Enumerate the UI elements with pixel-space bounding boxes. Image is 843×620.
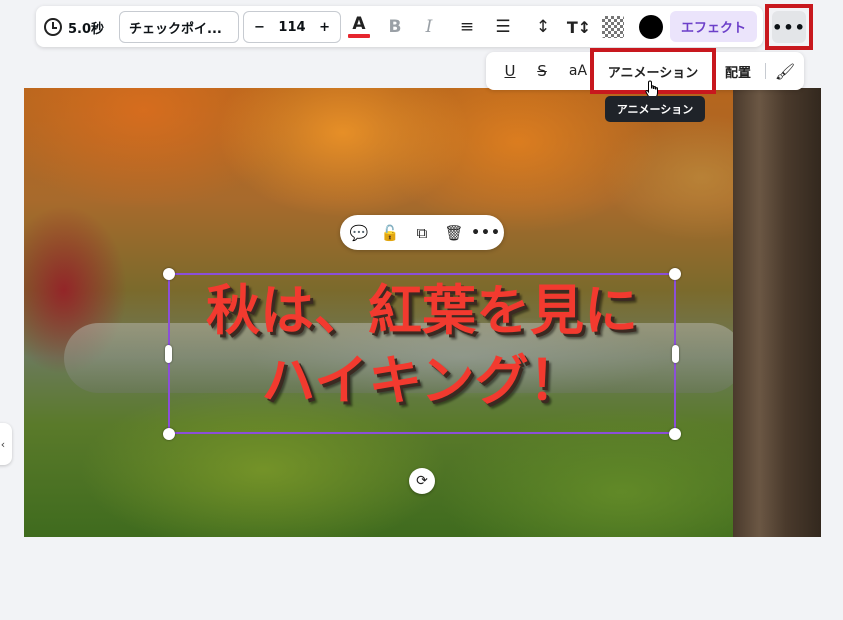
font-size-increase-button[interactable]: + <box>319 20 330 35</box>
lock-icon[interactable]: 🔓 <box>377 220 403 246</box>
text-color-button[interactable]: A <box>344 12 374 42</box>
resize-handle-bottom-left[interactable] <box>163 428 175 440</box>
bold-icon[interactable]: B <box>380 12 410 42</box>
font-family-label: チェックポイ... <box>129 21 222 37</box>
text-color-bar <box>348 34 370 38</box>
resize-handle-top-right[interactable] <box>669 268 681 280</box>
tooltip: アニメーション <box>605 96 705 122</box>
duplicate-icon[interactable]: ⧉ <box>409 220 435 246</box>
paint-roller-icon[interactable]: 🖌 <box>773 57 797 85</box>
resize-handle-bottom-right[interactable] <box>669 428 681 440</box>
more-button-highlight: ••• <box>765 4 813 50</box>
toolbar-divider <box>765 63 766 79</box>
list-icon[interactable]: ☰ <box>488 12 518 42</box>
clock-icon <box>44 18 62 36</box>
resize-handle-left[interactable] <box>165 345 172 363</box>
font-size-input[interactable]: 114 <box>278 20 305 35</box>
rotate-icon[interactable]: ⟳ <box>409 468 435 494</box>
text-resize-icon[interactable]: T↕ <box>564 12 594 42</box>
resize-handle-right[interactable] <box>672 345 679 363</box>
font-size-decrease-button[interactable]: − <box>254 20 265 35</box>
font-size-stepper: − 114 + <box>243 11 341 43</box>
element-toolbar: 💬 🔓 ⧉ 🗑 ••• <box>340 215 504 250</box>
tree-trunk <box>733 88 821 537</box>
trash-icon[interactable]: 🗑 <box>441 220 467 246</box>
spacing-icon[interactable]: ↕ <box>528 12 558 42</box>
text-toolbar: 5.0秒 チェックポイ... − 114 + A B I ≡ ☰ ↕ T↕ エフ… <box>36 6 763 47</box>
comment-add-icon[interactable]: 💬 <box>346 220 372 246</box>
selection-box <box>168 273 676 434</box>
element-more-icon[interactable]: ••• <box>471 220 500 246</box>
text-color-icon: A <box>352 14 366 34</box>
italic-icon[interactable]: I <box>414 12 444 42</box>
letter-case-icon[interactable]: aA <box>563 57 593 85</box>
font-family-select[interactable]: チェックポイ... <box>119 11 239 43</box>
effects-button[interactable]: エフェクト <box>670 11 757 42</box>
resize-handle-top-left[interactable] <box>163 268 175 280</box>
arrange-button[interactable]: 配置 <box>714 57 762 85</box>
more-options-button[interactable]: ••• <box>772 11 806 43</box>
align-center-icon[interactable]: ≡ <box>452 12 482 42</box>
strikethrough-icon[interactable]: S <box>528 57 556 85</box>
duration-label: 5.0秒 <box>68 21 105 37</box>
side-panel-toggle[interactable]: ‹ <box>0 423 12 465</box>
underline-icon[interactable]: U <box>496 57 524 85</box>
color-swatch[interactable] <box>639 15 663 39</box>
transparency-icon[interactable] <box>602 16 624 38</box>
duration-button[interactable]: 5.0秒 <box>44 14 104 40</box>
